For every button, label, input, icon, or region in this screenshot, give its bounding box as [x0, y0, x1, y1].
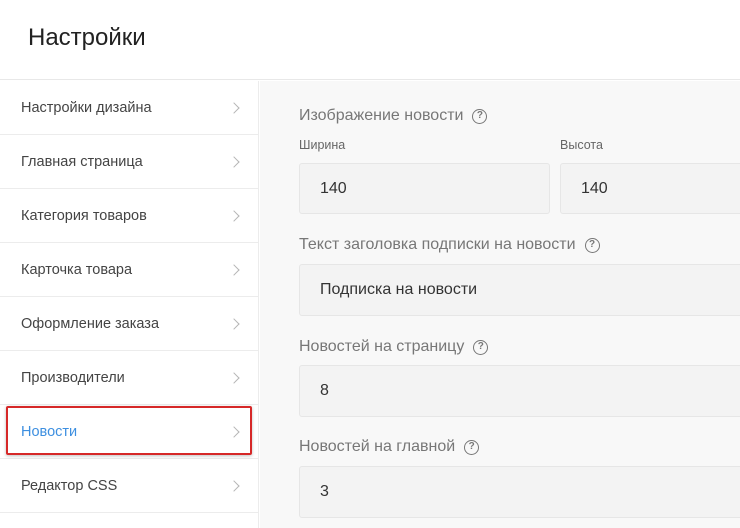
sidebar-item-label: Производители: [21, 369, 125, 386]
height-label: Высота: [560, 138, 603, 152]
sidebar-item-manufacturers[interactable]: Производители: [0, 351, 258, 405]
chevron-right-icon: [228, 209, 240, 222]
chevron-right-icon: [228, 101, 240, 114]
width-label: Ширина: [299, 138, 346, 152]
help-icon[interactable]: ?: [472, 108, 488, 124]
help-icon[interactable]: ?: [464, 439, 480, 455]
subscription-title-text: Текст заголовка подписки на новости: [299, 236, 576, 253]
sidebar-item-label: Категория товаров: [21, 207, 147, 224]
subscription-title: Текст заголовка подписки на новости ?: [299, 236, 600, 254]
chevron-right-icon: [228, 155, 240, 168]
sidebar-item-home-page[interactable]: Главная страница: [0, 135, 258, 189]
chevron-right-icon: [228, 371, 240, 384]
sidebar-item-label: Настройки дизайна: [21, 99, 152, 116]
sidebar-item-label: Редактор CSS: [21, 477, 118, 494]
sidebar-item-design-settings[interactable]: Настройки дизайна: [0, 81, 258, 135]
settings-content: Изображение новости ? Ширина Высота 140 …: [260, 81, 740, 528]
width-input[interactable]: 140: [299, 163, 550, 214]
settings-sidebar: Настройки дизайна Главная страница Катег…: [0, 81, 259, 528]
sidebar-item-css-editor[interactable]: Редактор CSS: [0, 459, 258, 513]
sidebar-item-label: Карточка товара: [21, 261, 133, 278]
sidebar-item-label: Оформление заказа: [21, 315, 160, 332]
per-page-title-text: Новостей на страницу: [299, 338, 465, 355]
sidebar-item-product-category[interactable]: Категория товаров: [0, 189, 258, 243]
help-icon[interactable]: ?: [473, 339, 489, 355]
sidebar-item-product-card[interactable]: Карточка товара: [0, 243, 258, 297]
height-input[interactable]: 140: [560, 163, 740, 214]
news-image-title: Изображение новости ?: [299, 107, 488, 125]
chevron-right-icon: [228, 425, 240, 438]
on-main-title: Новостей на главной ?: [299, 438, 480, 456]
sidebar-item-label: Новости: [21, 423, 78, 440]
news-on-main-input[interactable]: 3: [299, 466, 740, 518]
subscription-title-input[interactable]: Подписка на новости: [299, 264, 740, 316]
help-icon[interactable]: ?: [584, 237, 600, 253]
per-page-title: Новостей на страницу ?: [299, 338, 489, 356]
sidebar-item-checkout[interactable]: Оформление заказа: [0, 297, 258, 351]
on-main-title-text: Новостей на главной: [299, 438, 456, 455]
page-header: Настройки: [0, 0, 740, 80]
sidebar-item-label: Главная страница: [21, 153, 143, 170]
chevron-right-icon: [228, 317, 240, 330]
chevron-right-icon: [228, 263, 240, 276]
sidebar-item-news[interactable]: Новости: [0, 405, 258, 459]
news-image-title-text: Изображение новости: [299, 107, 464, 124]
chevron-right-icon: [228, 479, 240, 492]
news-per-page-input[interactable]: 8: [299, 365, 740, 417]
page-title: Настройки: [28, 24, 146, 51]
